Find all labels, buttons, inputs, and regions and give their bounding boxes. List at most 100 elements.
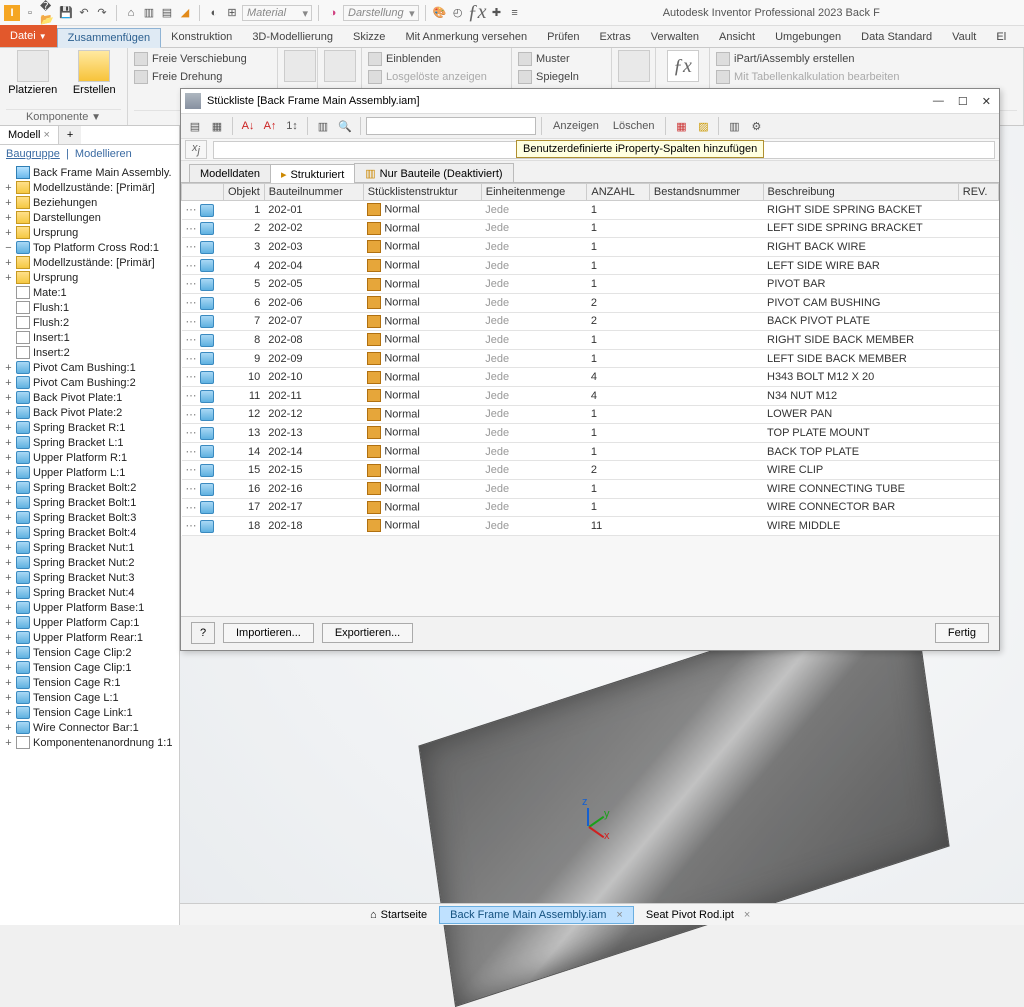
tree-node[interactable]: +Spring Bracket Nut:2	[0, 555, 179, 570]
tree-node[interactable]: +Upper Platform Cap:1	[0, 615, 179, 630]
sheet-icon[interactable]: ▥	[141, 5, 157, 21]
tb-icon[interactable]: ▨	[693, 116, 713, 136]
filter-input[interactable]	[366, 117, 536, 135]
gear-icon[interactable]: ⚙	[746, 116, 766, 136]
tree-node[interactable]: +Spring Bracket Bolt:1	[0, 495, 179, 510]
appearance-icon[interactable]: ◑	[325, 5, 341, 21]
fx-button[interactable]: ƒx	[662, 50, 703, 84]
undo-icon[interactable]: ↶	[76, 5, 92, 21]
table-row[interactable]: ⋯ 16202-16 NormalJede1WIRE CONNECTING TU…	[182, 479, 999, 498]
tab-other-doc[interactable]: Seat Pivot Rod.ipt×	[636, 907, 761, 923]
tree-node[interactable]: +Upper Platform Base:1	[0, 600, 179, 615]
show-item[interactable]: Einblenden	[368, 50, 505, 68]
tree-node[interactable]: +Tension Cage Clip:1	[0, 660, 179, 675]
column-header[interactable]: Objekt	[224, 184, 265, 201]
close-icon[interactable]: ✕	[982, 95, 991, 108]
tree-node[interactable]: +Spring Bracket Nut:4	[0, 585, 179, 600]
sheet2-icon[interactable]: ▤	[159, 5, 175, 21]
tree-node[interactable]: Insert:2	[0, 345, 179, 360]
tree-node[interactable]: +Spring Bracket Bolt:2	[0, 480, 179, 495]
free-move[interactable]: Freie Verschiebung	[134, 50, 271, 68]
help-icon[interactable]: ?	[191, 622, 215, 644]
column-header[interactable]: REV.	[958, 184, 998, 201]
tree-node[interactable]: +Back Pivot Plate:2	[0, 405, 179, 420]
tab-modeldata[interactable]: Modelldaten	[189, 164, 271, 182]
material-combo[interactable]: Material	[242, 5, 312, 21]
tree-node[interactable]: +Spring Bracket L:1	[0, 435, 179, 450]
tree-node[interactable]: +Spring Bracket R:1	[0, 420, 179, 435]
tree-node[interactable]: +Back Pivot Plate:1	[0, 390, 179, 405]
tree-node[interactable]: +Tension Cage Clip:2	[0, 645, 179, 660]
ribbon-tab[interactable]: 3D-Modellierung	[242, 28, 343, 47]
table-row[interactable]: ⋯ 10202-10 NormalJede4H343 BOLT M12 X 20	[182, 368, 999, 387]
ipart-create[interactable]: iPart/iAssembly erstellen	[716, 50, 1017, 68]
constrain-button[interactable]	[324, 50, 356, 84]
new-icon[interactable]: ▫	[22, 5, 38, 21]
more-icon[interactable]: ≡	[507, 5, 523, 21]
sort-asc-icon[interactable]: A↓	[238, 116, 258, 136]
fx-cell-icon[interactable]: xj	[185, 140, 207, 159]
tree-node[interactable]: +Beziehungen	[0, 195, 179, 210]
table-row[interactable]: ⋯ 3202-03 NormalJede1RIGHT BACK WIRE	[182, 238, 999, 257]
table-row[interactable]: ⋯ 9202-09 NormalJede1LEFT SIDE BACK MEMB…	[182, 349, 999, 368]
column-header[interactable]: Stücklistenstruktur	[363, 184, 481, 201]
tree-node[interactable]: Back Frame Main Assembly.	[0, 165, 179, 180]
column-header[interactable]: ANZAHL	[587, 184, 650, 201]
tree-node[interactable]: −Top Platform Cross Rod:1	[0, 240, 179, 255]
unhide-item[interactable]: Losgelöste anzeigen	[368, 68, 505, 86]
table-row[interactable]: ⋯ 5202-05 NormalJede1PIVOT BAR	[182, 275, 999, 294]
tree-node[interactable]: +Spring Bracket Bolt:3	[0, 510, 179, 525]
redo-icon[interactable]: ↷	[94, 5, 110, 21]
tree-node[interactable]: +Upper Platform R:1	[0, 450, 179, 465]
open-icon[interactable]: �📂	[40, 5, 56, 21]
tree-node[interactable]: +Ursprung	[0, 225, 179, 240]
table-row[interactable]: ⋯ 17202-17 NormalJede1WIRE CONNECTOR BAR	[182, 498, 999, 517]
tree-node[interactable]: +Spring Bracket Bolt:4	[0, 525, 179, 540]
table-row[interactable]: ⋯ 8202-08 NormalJede1RIGHT SIDE BACK MEM…	[182, 331, 999, 350]
ribbon-tab[interactable]: Ansicht	[709, 28, 765, 47]
close-icon[interactable]: ×	[616, 909, 622, 921]
tree-node[interactable]: +Spring Bracket Nut:3	[0, 570, 179, 585]
mirror-item[interactable]: Spiegeln	[518, 68, 605, 86]
table-row[interactable]: ⋯ 2202-02 NormalJede1LEFT SIDE SPRING BR…	[182, 219, 999, 238]
show-button[interactable]: Anzeigen	[547, 120, 605, 132]
browser-subtabs[interactable]: Baugruppe | Modellieren	[0, 145, 179, 163]
table-row[interactable]: ⋯ 12202-12 NormalJede1LOWER PAN	[182, 405, 999, 424]
table-row[interactable]: ⋯ 18202-18 NormalJede11WIRE MIDDLE	[182, 517, 999, 536]
tree-node[interactable]: Mate:1	[0, 285, 179, 300]
column-header[interactable]: Bestandsnummer	[649, 184, 763, 201]
fx-icon[interactable]: ƒx	[468, 1, 487, 24]
spreadsheet-edit[interactable]: Mit Tabellenkalkulation bearbeiten	[716, 68, 1017, 86]
ribbon-tab[interactable]: Konstruktion	[161, 28, 242, 47]
sort-desc-icon[interactable]: A↑	[260, 116, 280, 136]
tb-icon[interactable]: ▦	[671, 116, 691, 136]
free-rotate[interactable]: Freie Drehung	[134, 68, 271, 86]
palette-icon[interactable]: 🎨	[432, 5, 448, 21]
tree-node[interactable]: Insert:1	[0, 330, 179, 345]
bom-button[interactable]	[618, 50, 650, 84]
table-row[interactable]: ⋯ 6202-06 NormalJede2PIVOT CAM BUSHING	[182, 293, 999, 312]
table-row[interactable]: ⋯ 15202-15 NormalJede2WIRE CLIP	[182, 461, 999, 480]
tree-node[interactable]: +Modellzustände: [Primär]	[0, 180, 179, 195]
create-button[interactable]: Erstellen	[68, 50, 122, 96]
ribbon-tab[interactable]: El	[986, 28, 1016, 47]
appearance-combo[interactable]: Darstellung	[343, 5, 419, 21]
sphere-icon[interactable]: ◐	[206, 5, 222, 21]
browser-tab-model[interactable]: Modell ×	[0, 126, 59, 144]
tab-active-doc[interactable]: Back Frame Main Assembly.iam×	[439, 906, 634, 924]
add-column-icon[interactable]: ▥	[724, 116, 744, 136]
close-icon[interactable]: ×	[744, 909, 750, 921]
pattern-item[interactable]: Muster	[518, 50, 605, 68]
table-row[interactable]: ⋯ 4202-04 NormalJede1LEFT SIDE WIRE BAR	[182, 256, 999, 275]
tb-icon[interactable]: ▦	[207, 116, 227, 136]
column-header[interactable]: Bauteilnummer	[264, 184, 363, 201]
bom-grid[interactable]: ObjektBauteilnummerStücklistenstrukturEi…	[181, 183, 999, 536]
ribbon-tab[interactable]: Verwalten	[641, 28, 709, 47]
clear-button[interactable]: Löschen	[607, 120, 661, 132]
browser-tab-add[interactable]: +	[59, 126, 81, 144]
tree-node[interactable]: Flush:1	[0, 300, 179, 315]
dialog-titlebar[interactable]: Stückliste [Back Frame Main Assembly.iam…	[181, 89, 999, 113]
ribbon-tab[interactable]: Vault	[942, 28, 986, 47]
tree-node[interactable]: +Wire Connector Bar:1	[0, 720, 179, 735]
ribbon-tab[interactable]: Skizze	[343, 28, 395, 47]
